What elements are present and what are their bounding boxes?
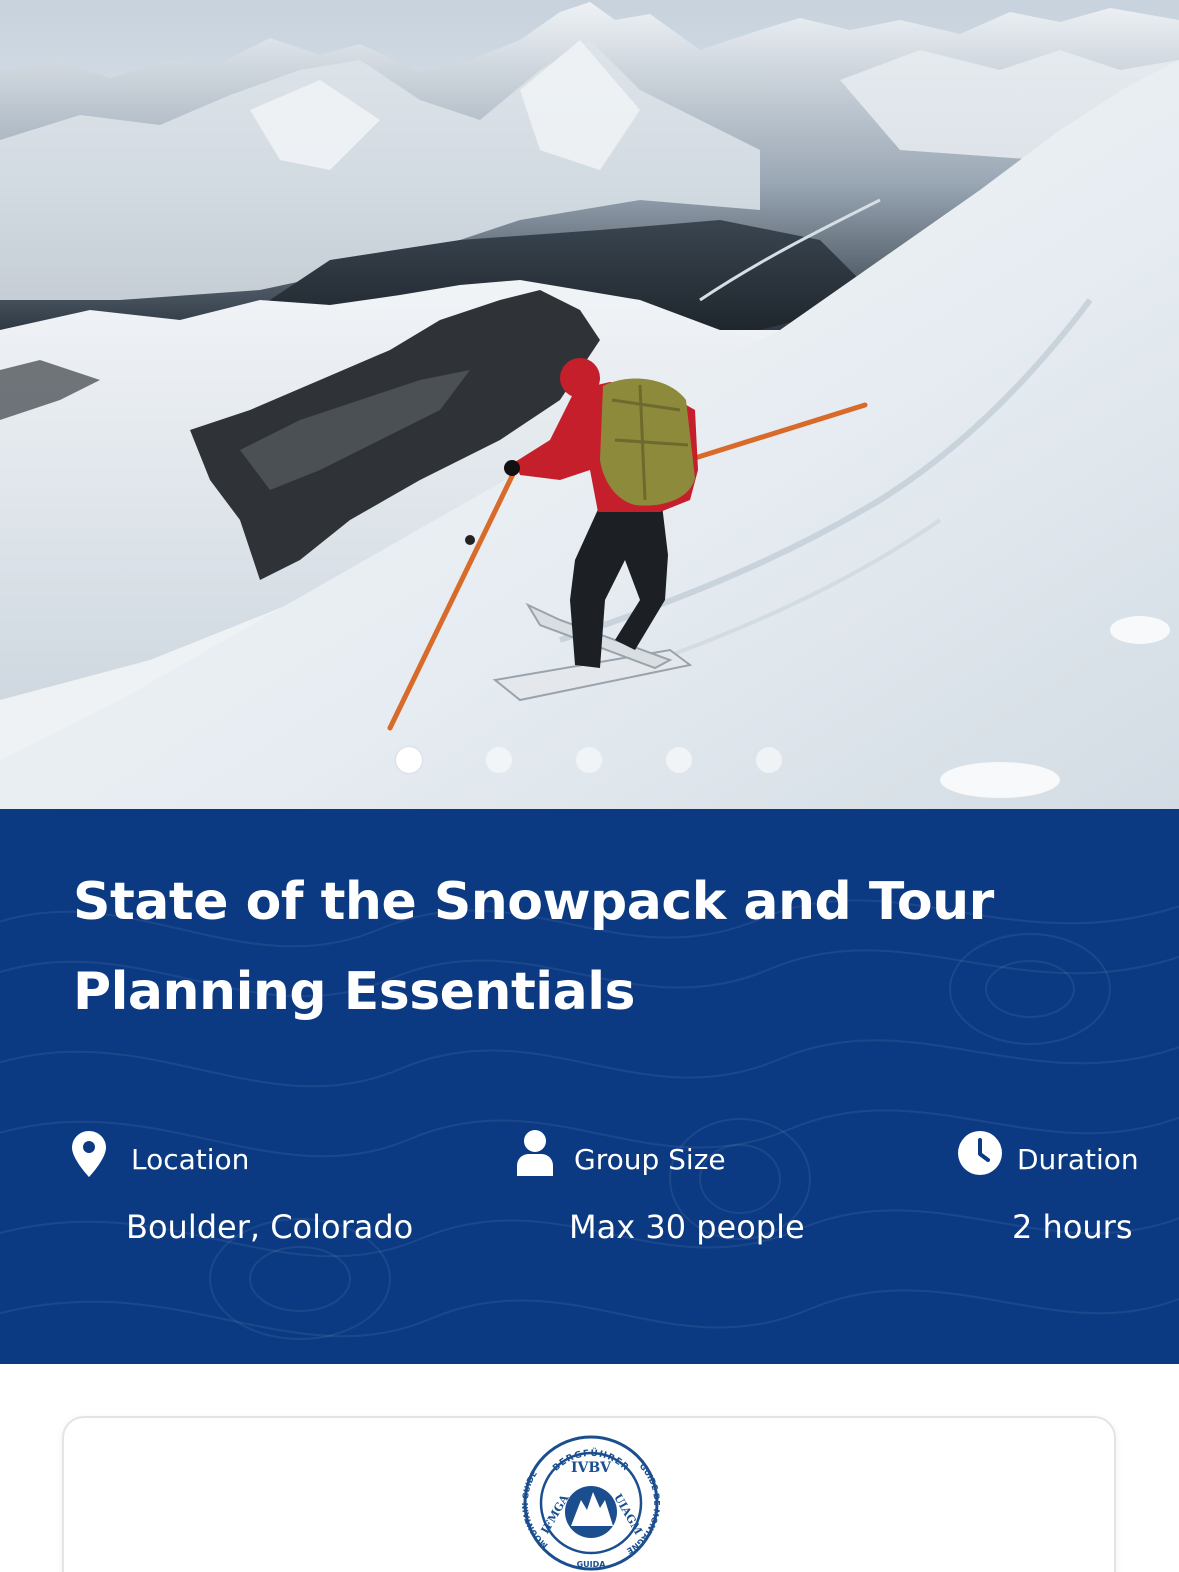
location-label: Location [131, 1143, 250, 1176]
course-title: State of the Snowpack and Tour Planning … [73, 872, 994, 1022]
person-icon [517, 1130, 553, 1176]
course-info-panel: State of the Snowpack and Tour Planning … [0, 809, 1179, 1364]
carousel-dot-1[interactable] [396, 747, 422, 773]
hero-image-carousel[interactable] [0, 0, 1179, 809]
duration-label: Duration [1017, 1143, 1139, 1176]
group-size-value: Max 30 people [569, 1208, 805, 1246]
hero-photo [0, 0, 1179, 809]
clock-icon [958, 1131, 1002, 1175]
guide-card: BERGFÜHRER MOUNTAIN GUIDE GUIDE DE MONTA… [62, 1416, 1116, 1572]
badge-bottom-text: GUIDA [577, 1560, 607, 1569]
carousel-dot-5[interactable] [756, 747, 782, 773]
badge-center-top: IVBV [571, 1460, 612, 1476]
carousel-dot-4[interactable] [666, 747, 692, 773]
group-size-label: Group Size [574, 1143, 726, 1176]
carousel-dot-2[interactable] [486, 747, 512, 773]
carousel-pagination [0, 747, 1179, 777]
lower-section: BERGFÜHRER MOUNTAIN GUIDE GUIDE DE MONTA… [0, 1364, 1179, 1572]
duration-value: 2 hours [1012, 1208, 1133, 1246]
ifmga-logo: BERGFÜHRER MOUNTAIN GUIDE GUIDE DE MONTA… [522, 1435, 660, 1571]
location-value: Boulder, Colorado [126, 1208, 414, 1246]
carousel-dot-3[interactable] [576, 747, 602, 773]
map-pin-icon [72, 1131, 106, 1177]
